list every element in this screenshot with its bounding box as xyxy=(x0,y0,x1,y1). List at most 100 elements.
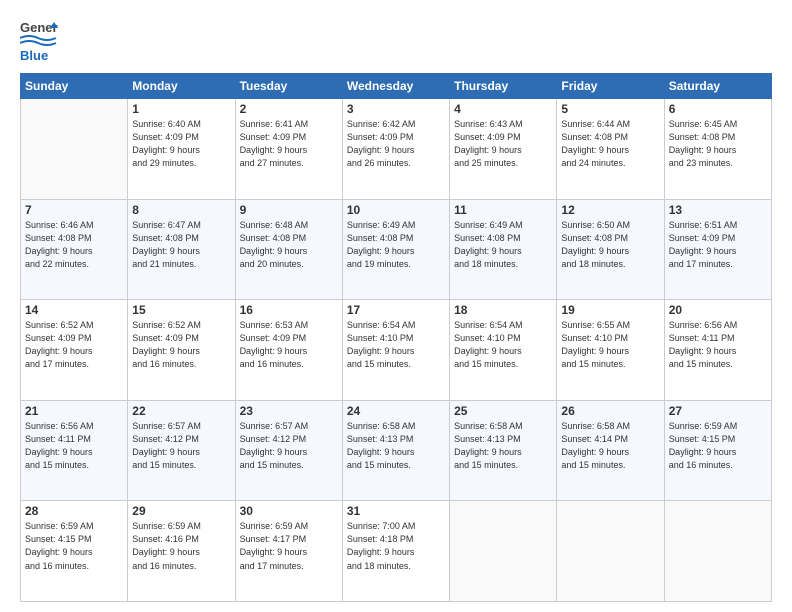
calendar-cell: 1Sunrise: 6:40 AMSunset: 4:09 PMDaylight… xyxy=(128,99,235,200)
header: General Blue xyxy=(20,18,772,63)
day-number: 7 xyxy=(25,203,123,217)
calendar-cell: 23 Sunrise: 6:57 AMSunset: 4:12 PMDayligh… xyxy=(235,400,342,501)
calendar-cell: 9 Sunrise: 6:48 AMSunset: 4:08 PMDaylight… xyxy=(235,199,342,300)
calendar-cell: 13 Sunrise: 6:51 AMSunset: 4:09 PMDayligh… xyxy=(664,199,771,300)
calendar-cell: 27 Sunrise: 6:59 AMSunset: 4:15 PMDayligh… xyxy=(664,400,771,501)
day-info: Sunrise: 7:00 AMSunset: 4:18 PMDaylight:… xyxy=(347,520,445,572)
day-info: Sunrise: 6:48 AMSunset: 4:08 PMDaylight:… xyxy=(240,219,338,271)
calendar-week-1: 1Sunrise: 6:40 AMSunset: 4:09 PMDaylight… xyxy=(21,99,772,200)
logo-svg: General xyxy=(20,18,58,50)
day-number: 10 xyxy=(347,203,445,217)
day-number: 22 xyxy=(132,404,230,418)
day-info: Sunrise: 6:47 AMSunset: 4:08 PMDaylight:… xyxy=(132,219,230,271)
calendar-cell xyxy=(664,501,771,602)
day-info: Sunrise: 6:59 AMSunset: 4:15 PMDaylight:… xyxy=(669,420,767,472)
day-header-thursday: Thursday xyxy=(450,74,557,99)
day-number: 6 xyxy=(669,102,767,116)
calendar-cell xyxy=(450,501,557,602)
calendar-cell: 5 Sunrise: 6:44 AMSunset: 4:08 PMDaylight… xyxy=(557,99,664,200)
day-header-saturday: Saturday xyxy=(664,74,771,99)
calendar-week-5: 28 Sunrise: 6:59 AMSunset: 4:15 PMDayligh… xyxy=(21,501,772,602)
calendar-cell: 2 Sunrise: 6:41 AMSunset: 4:09 PMDaylight… xyxy=(235,99,342,200)
calendar-week-2: 7Sunrise: 6:46 AMSunset: 4:08 PMDaylight… xyxy=(21,199,772,300)
calendar-week-3: 14 Sunrise: 6:52 AMSunset: 4:09 PMDayligh… xyxy=(21,300,772,401)
day-number: 13 xyxy=(669,203,767,217)
day-number: 17 xyxy=(347,303,445,317)
calendar-cell: 7Sunrise: 6:46 AMSunset: 4:08 PMDaylight… xyxy=(21,199,128,300)
day-info: Sunrise: 6:40 AMSunset: 4:09 PMDaylight:… xyxy=(132,118,230,170)
day-number: 25 xyxy=(454,404,552,418)
day-info: Sunrise: 6:59 AMSunset: 4:15 PMDaylight:… xyxy=(25,520,123,572)
day-info: Sunrise: 6:57 AMSunset: 4:12 PMDaylight:… xyxy=(132,420,230,472)
calendar-cell: 18Sunrise: 6:54 AMSunset: 4:10 PMDayligh… xyxy=(450,300,557,401)
calendar-cell: 25Sunrise: 6:58 AMSunset: 4:13 PMDayligh… xyxy=(450,400,557,501)
day-info: Sunrise: 6:45 AMSunset: 4:08 PMDaylight:… xyxy=(669,118,767,170)
calendar-table: SundayMondayTuesdayWednesdayThursdayFrid… xyxy=(20,73,772,602)
day-info: Sunrise: 6:51 AMSunset: 4:09 PMDaylight:… xyxy=(669,219,767,271)
day-info: Sunrise: 6:55 AMSunset: 4:10 PMDaylight:… xyxy=(561,319,659,371)
day-info: Sunrise: 6:59 AMSunset: 4:16 PMDaylight:… xyxy=(132,520,230,572)
day-info: Sunrise: 6:49 AMSunset: 4:08 PMDaylight:… xyxy=(454,219,552,271)
day-number: 18 xyxy=(454,303,552,317)
calendar-cell: 22 Sunrise: 6:57 AMSunset: 4:12 PMDayligh… xyxy=(128,400,235,501)
day-info: Sunrise: 6:57 AMSunset: 4:12 PMDaylight:… xyxy=(240,420,338,472)
calendar-cell: 4 Sunrise: 6:43 AMSunset: 4:09 PMDaylight… xyxy=(450,99,557,200)
day-info: Sunrise: 6:42 AMSunset: 4:09 PMDaylight:… xyxy=(347,118,445,170)
day-number: 15 xyxy=(132,303,230,317)
calendar-cell: 3Sunrise: 6:42 AMSunset: 4:09 PMDaylight… xyxy=(342,99,449,200)
day-info: Sunrise: 6:50 AMSunset: 4:08 PMDaylight:… xyxy=(561,219,659,271)
day-number: 30 xyxy=(240,504,338,518)
day-number: 26 xyxy=(561,404,659,418)
day-number: 20 xyxy=(669,303,767,317)
day-number: 11 xyxy=(454,203,552,217)
calendar-cell: 14Sunrise: 6:52 AMSunset: 4:09 PMDayligh… xyxy=(21,300,128,401)
day-number: 19 xyxy=(561,303,659,317)
calendar-cell: 20Sunrise: 6:56 AMSunset: 4:11 PMDayligh… xyxy=(664,300,771,401)
day-number: 8 xyxy=(132,203,230,217)
calendar-week-4: 21Sunrise: 6:56 AMSunset: 4:11 PMDayligh… xyxy=(21,400,772,501)
calendar-cell: 12 Sunrise: 6:50 AMSunset: 4:08 PMDayligh… xyxy=(557,199,664,300)
calendar-cell xyxy=(557,501,664,602)
logo-blue-label: Blue xyxy=(20,48,48,63)
day-header-friday: Friday xyxy=(557,74,664,99)
day-number: 14 xyxy=(25,303,123,317)
calendar-cell: 19 Sunrise: 6:55 AMSunset: 4:10 PMDayligh… xyxy=(557,300,664,401)
day-number: 12 xyxy=(561,203,659,217)
day-header-sunday: Sunday xyxy=(21,74,128,99)
day-number: 23 xyxy=(240,404,338,418)
calendar-cell: 29 Sunrise: 6:59 AMSunset: 4:16 PMDayligh… xyxy=(128,501,235,602)
day-number: 31 xyxy=(347,504,445,518)
day-number: 2 xyxy=(240,102,338,116)
calendar-cell: 17 Sunrise: 6:54 AMSunset: 4:10 PMDayligh… xyxy=(342,300,449,401)
calendar-cell: 30 Sunrise: 6:59 AMSunset: 4:17 PMDayligh… xyxy=(235,501,342,602)
calendar-cell: 10 Sunrise: 6:49 AMSunset: 4:08 PMDayligh… xyxy=(342,199,449,300)
day-number: 4 xyxy=(454,102,552,116)
calendar-cell: 24 Sunrise: 6:58 AMSunset: 4:13 PMDayligh… xyxy=(342,400,449,501)
day-number: 9 xyxy=(240,203,338,217)
day-info: Sunrise: 6:58 AMSunset: 4:13 PMDaylight:… xyxy=(347,420,445,472)
day-info: Sunrise: 6:43 AMSunset: 4:09 PMDaylight:… xyxy=(454,118,552,170)
day-number: 5 xyxy=(561,102,659,116)
day-info: Sunrise: 6:59 AMSunset: 4:17 PMDaylight:… xyxy=(240,520,338,572)
day-number: 21 xyxy=(25,404,123,418)
day-info: Sunrise: 6:52 AMSunset: 4:09 PMDaylight:… xyxy=(132,319,230,371)
calendar-cell: 16Sunrise: 6:53 AMSunset: 4:09 PMDayligh… xyxy=(235,300,342,401)
day-info: Sunrise: 6:54 AMSunset: 4:10 PMDaylight:… xyxy=(347,319,445,371)
calendar-cell: 8 Sunrise: 6:47 AMSunset: 4:08 PMDaylight… xyxy=(128,199,235,300)
calendar-cell: 28 Sunrise: 6:59 AMSunset: 4:15 PMDayligh… xyxy=(21,501,128,602)
day-number: 28 xyxy=(25,504,123,518)
day-number: 29 xyxy=(132,504,230,518)
day-header-wednesday: Wednesday xyxy=(342,74,449,99)
calendar-cell: 26Sunrise: 6:58 AMSunset: 4:14 PMDayligh… xyxy=(557,400,664,501)
day-info: Sunrise: 6:44 AMSunset: 4:08 PMDaylight:… xyxy=(561,118,659,170)
day-info: Sunrise: 6:41 AMSunset: 4:09 PMDaylight:… xyxy=(240,118,338,170)
day-number: 24 xyxy=(347,404,445,418)
calendar-cell: 31 Sunrise: 7:00 AMSunset: 4:18 PMDayligh… xyxy=(342,501,449,602)
day-header-tuesday: Tuesday xyxy=(235,74,342,99)
calendar-header-row: SundayMondayTuesdayWednesdayThursdayFrid… xyxy=(21,74,772,99)
day-info: Sunrise: 6:53 AMSunset: 4:09 PMDaylight:… xyxy=(240,319,338,371)
day-info: Sunrise: 6:49 AMSunset: 4:08 PMDaylight:… xyxy=(347,219,445,271)
calendar-cell: 6 Sunrise: 6:45 AMSunset: 4:08 PMDaylight… xyxy=(664,99,771,200)
day-number: 27 xyxy=(669,404,767,418)
day-header-monday: Monday xyxy=(128,74,235,99)
